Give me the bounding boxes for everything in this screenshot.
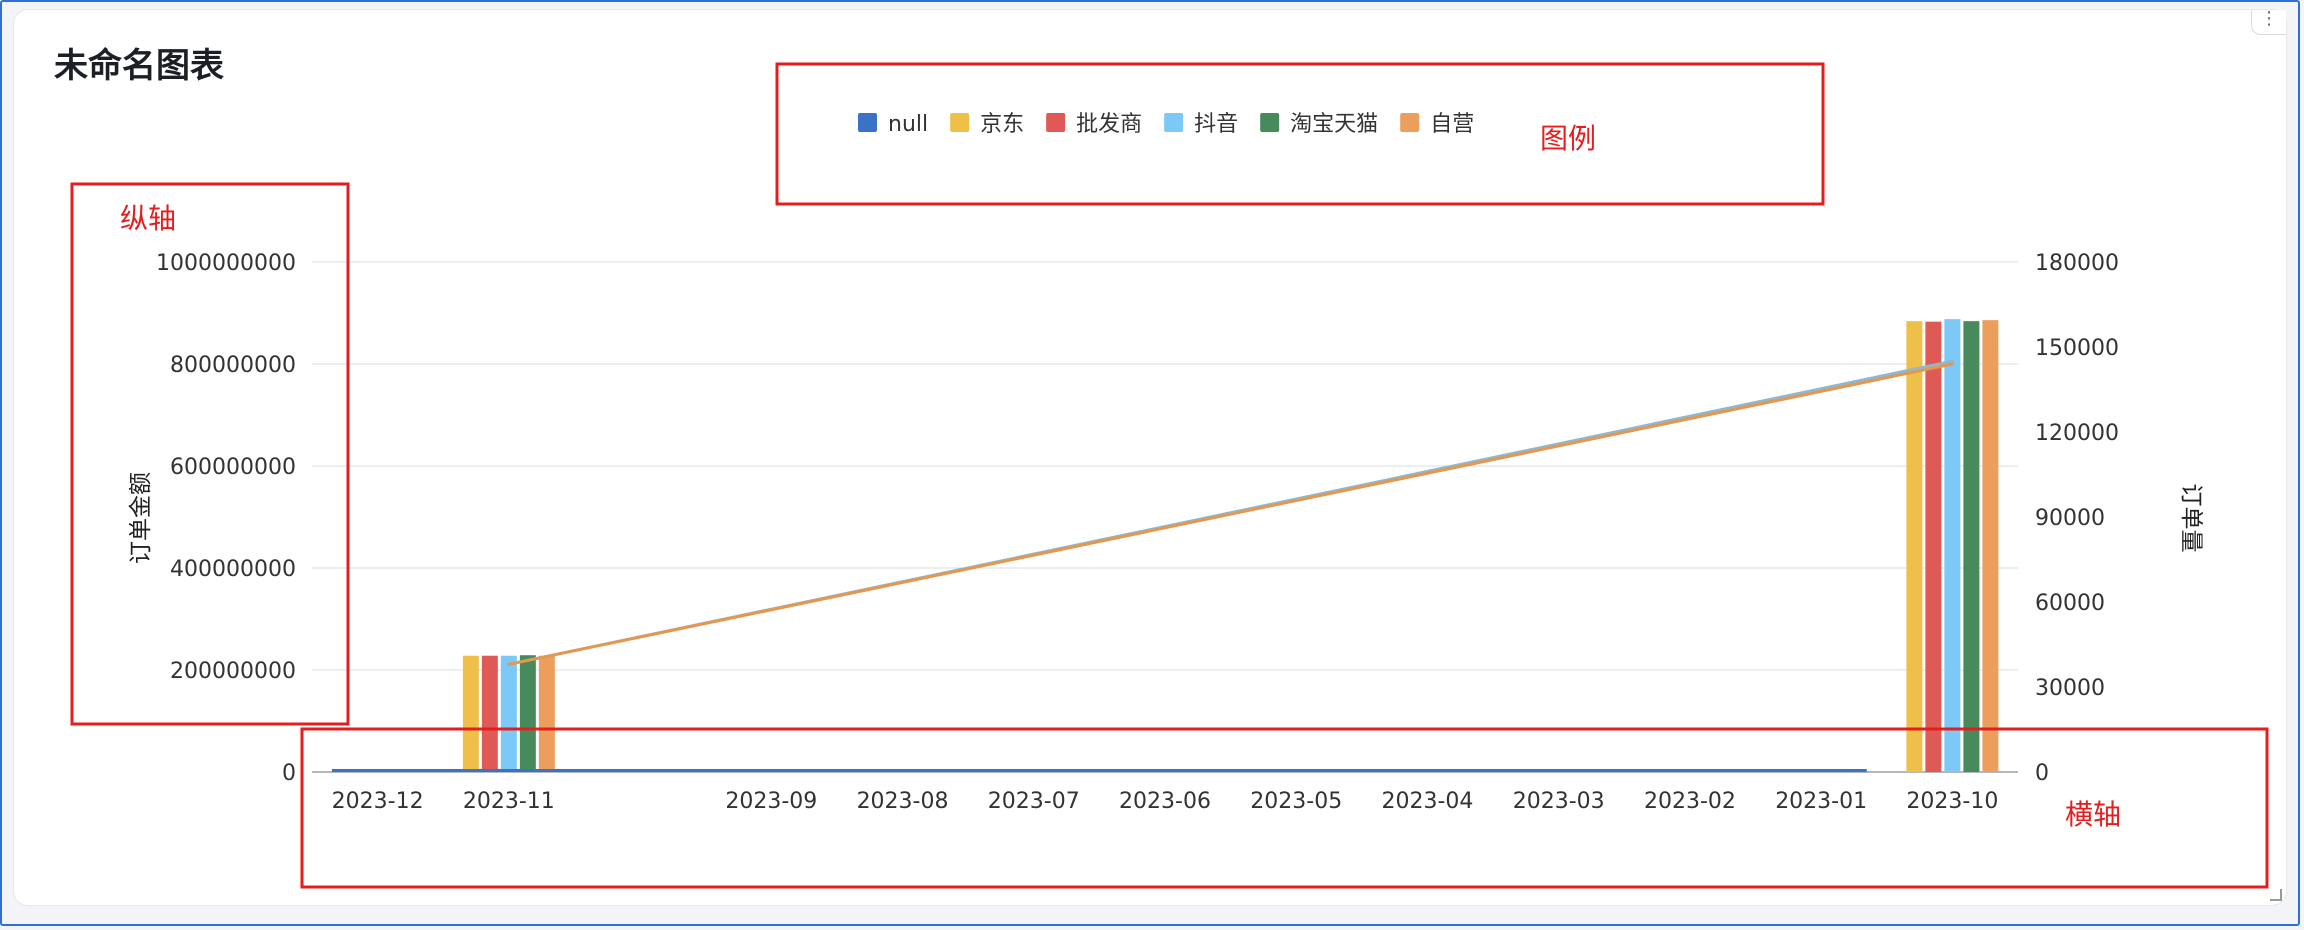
annotation-y-axis-label: 纵轴 (120, 202, 176, 235)
annotation-legend-label: 图例 (1540, 122, 1596, 155)
legend-swatch (1400, 113, 1420, 132)
legend-label: 京东 (980, 112, 1024, 137)
bar (481, 655, 498, 772)
legend-swatch (1046, 113, 1066, 132)
legend-swatch (1260, 113, 1280, 132)
y-tick-label: 0 (282, 761, 296, 786)
x-axis: 2023-12 2023-11 2023-09 2023-08 2023-07 2023-… (332, 789, 1999, 814)
bar-series-group (332, 319, 1999, 772)
x-tick-label: 2023-02 (1644, 789, 1736, 814)
y2-tick-label: 150000 (2035, 336, 2119, 361)
y-tick-label: 600000000 (170, 455, 296, 480)
x-tick-label: 2023-06 (1119, 789, 1211, 814)
right-axis: 0 30000 60000 90000 120000 150000 180000 (2035, 251, 2119, 786)
y2-tick-label: 30000 (2035, 676, 2105, 701)
x-tick-label: 2023-09 (725, 789, 817, 814)
line-series (507, 362, 1954, 666)
legend-swatch (858, 113, 877, 132)
y2-axis-title: 订单量 (2178, 484, 2204, 553)
bar (538, 655, 555, 772)
legend-label: 批发商 (1076, 112, 1142, 137)
x-tick-label: 2023-05 (1250, 789, 1342, 814)
y2-tick-label: 0 (2035, 761, 2049, 786)
y2-tick-label: 60000 (2035, 591, 2105, 616)
legend: null 京东 批发商 抖音 淘宝天猫 自营 (858, 112, 1474, 137)
y2-tick-label: 90000 (2035, 506, 2105, 531)
legend-swatch (1164, 113, 1184, 132)
y-axis-title: 订单金额 (128, 472, 154, 564)
y-tick-label: 800000000 (170, 353, 296, 378)
bar (1944, 319, 1961, 772)
grid-lines (312, 261, 2018, 773)
legend-label: null (888, 112, 928, 137)
y-tick-label: 200000000 (170, 659, 296, 684)
legend-swatch (950, 113, 970, 132)
y2-tick-label: 180000 (2035, 251, 2119, 276)
x-tick-label: 2023-10 (1906, 789, 1998, 814)
left-axis: 0 200000000 400000000 600000000 800000000 100… (156, 251, 296, 786)
legend-label: 抖音 (1194, 112, 1238, 137)
bar (1925, 321, 1942, 772)
x-tick-label: 2023-11 (463, 789, 555, 814)
x-tick-label: 2023-04 (1382, 789, 1474, 814)
y-tick-label: 1000000000 (156, 251, 296, 276)
bar (462, 655, 479, 772)
x-tick-label: 2023-07 (988, 789, 1080, 814)
x-tick-label: 2023-03 (1513, 789, 1605, 814)
line-series-group (507, 359, 1954, 666)
annotation-x-axis-label: 横轴 (2065, 798, 2121, 831)
bar (1906, 321, 1923, 772)
legend-label: 自营 (1430, 112, 1474, 137)
bar (1963, 321, 1980, 772)
legend-label: 淘宝天猫 (1290, 112, 1378, 137)
bar (500, 655, 517, 772)
chart-canvas: 0 200000000 400000000 600000000 800000000 100… (70, 62, 2269, 889)
bar (519, 655, 536, 772)
x-tick-label: 2023-12 (332, 789, 424, 814)
bar (1982, 320, 1999, 772)
y2-tick-label: 120000 (2035, 421, 2119, 446)
bar-null-series (332, 769, 1867, 772)
y-tick-label: 400000000 (170, 557, 296, 582)
x-tick-label: 2023-08 (857, 789, 949, 814)
x-tick-label: 2023-01 (1775, 789, 1867, 814)
